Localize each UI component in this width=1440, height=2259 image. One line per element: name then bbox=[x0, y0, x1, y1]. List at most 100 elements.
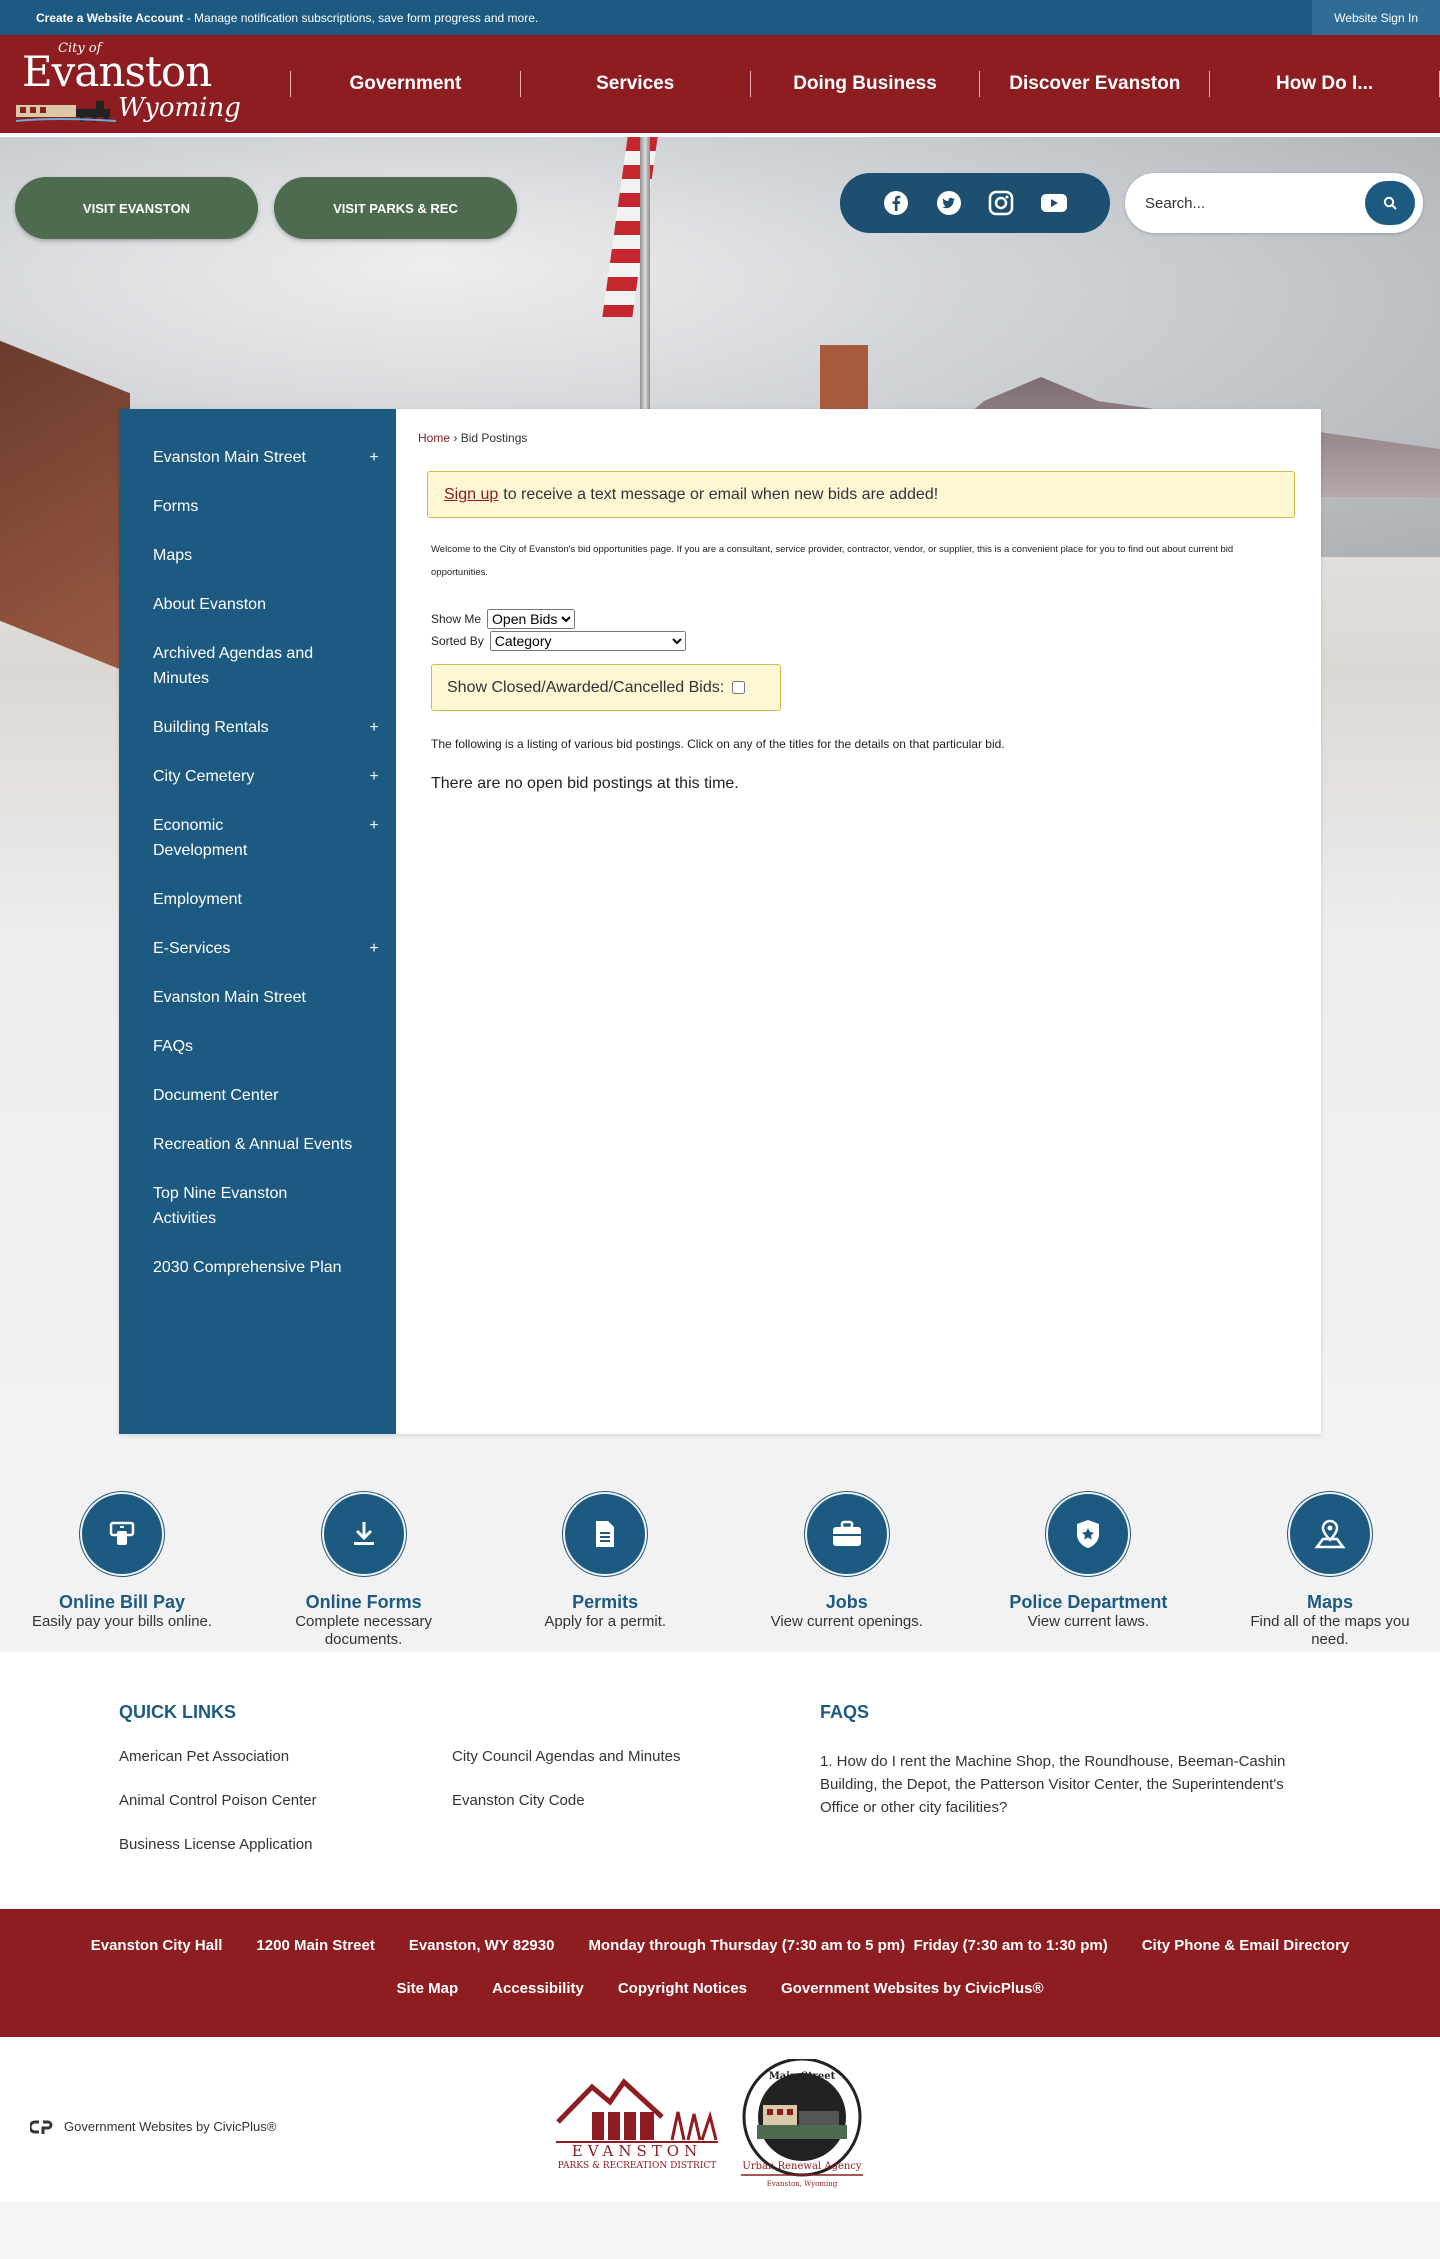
expand-icon[interactable]: + bbox=[367, 764, 381, 789]
search-box bbox=[1125, 173, 1423, 233]
sidebar-item[interactable]: E-Services + bbox=[119, 924, 396, 973]
social-media-bar bbox=[840, 173, 1110, 233]
breadcrumb-home-link[interactable]: Home bbox=[418, 431, 450, 445]
footer-city-hall: Evanston City Hall bbox=[90, 1937, 223, 1954]
youtube-icon[interactable] bbox=[1040, 189, 1068, 217]
sidebar-item[interactable]: Forms bbox=[119, 482, 396, 531]
briefcase-icon bbox=[804, 1492, 889, 1576]
sidebar-item[interactable]: Document Center bbox=[119, 1071, 396, 1120]
intro-text: Welcome to the City of Evanston's bid op… bbox=[431, 544, 1234, 578]
quick-link[interactable]: Business License Application bbox=[119, 1836, 317, 1880]
quick-links-heading: QUICK LINKS bbox=[119, 1702, 236, 1722]
show-me-label: Show Me bbox=[431, 612, 482, 626]
police-department-link[interactable]: Police Department View current laws. bbox=[988, 1492, 1188, 1652]
show-closed-box: Show Closed/Awarded/Cancelled Bids: bbox=[431, 664, 781, 711]
footer-civicplus-link[interactable]: Government Websites by CivicPlus® bbox=[781, 1980, 1044, 1997]
parks-rec-logo[interactable]: EVANSTON PARKS & RECREATION DISTRICT bbox=[552, 2072, 722, 2172]
expand-icon[interactable]: + bbox=[367, 445, 381, 470]
main-navigation: Government Services Doing Business Disco… bbox=[290, 33, 1440, 135]
create-account-link[interactable]: Create a Website Account - Manage notifi… bbox=[36, 11, 538, 25]
website-sign-in-button[interactable]: Website Sign In bbox=[1312, 0, 1440, 35]
expand-icon[interactable]: + bbox=[367, 936, 381, 961]
sidebar-item[interactable]: Evanston Main Street bbox=[119, 973, 396, 1022]
online-bill-pay-link[interactable]: Online Bill Pay Easily pay your bills on… bbox=[22, 1492, 222, 1652]
train-logo-icon bbox=[16, 101, 116, 122]
nav-government[interactable]: Government bbox=[291, 73, 520, 95]
visit-parks-rec-button[interactable]: VISIT PARKS & REC bbox=[274, 177, 517, 239]
breadcrumb-current: Bid Postings bbox=[460, 431, 528, 445]
expand-icon[interactable]: + bbox=[367, 813, 381, 863]
quick-links-icons: Online Bill Pay Easily pay your bills on… bbox=[0, 1472, 1440, 1652]
badge-icon bbox=[1046, 1492, 1131, 1576]
bottom-bar: Government Websites by CivicPlus® EVANST… bbox=[0, 2037, 1440, 2202]
sidebar-item[interactable]: Archived Agendas and Minutes bbox=[119, 629, 396, 703]
footer-site-map-link[interactable]: Site Map bbox=[396, 1980, 458, 1997]
visit-evanston-button[interactable]: VISIT EVANSTON bbox=[15, 177, 258, 239]
footer-copyright-link[interactable]: Copyright Notices bbox=[618, 1980, 747, 1997]
site-logo[interactable]: City of Evanston Wyoming bbox=[0, 33, 290, 135]
show-me-select[interactable]: Open Bids bbox=[487, 609, 576, 629]
sidebar-item[interactable]: Top Nine Evanston Activities bbox=[119, 1169, 396, 1243]
signup-alert: Sign up to receive a text message or emai… bbox=[427, 471, 1295, 518]
quick-link[interactable]: American Pet Association bbox=[119, 1748, 317, 1792]
site-footer: Evanston City Hall 1200 Main Street Evan… bbox=[0, 1909, 1440, 2037]
svg-text:PARKS & RECREATION DISTRICT: PARKS & RECREATION DISTRICT bbox=[558, 2161, 717, 2171]
jobs-link[interactable]: Jobs View current openings. bbox=[747, 1492, 947, 1652]
facebook-icon[interactable] bbox=[882, 189, 910, 217]
top-utility-bar: Create a Website Account - Manage notifi… bbox=[0, 0, 1440, 35]
search-input[interactable] bbox=[1145, 194, 1355, 212]
search-icon bbox=[1383, 196, 1397, 210]
quick-link[interactable]: City Council Agendas and Minutes bbox=[452, 1748, 680, 1792]
civicplus-icon bbox=[30, 2120, 53, 2134]
quick-links-col-2: City Council Agendas and Minutes Evansto… bbox=[452, 1748, 680, 1836]
footer-accessibility-link[interactable]: Accessibility bbox=[492, 1980, 584, 1997]
faqs-heading: FAQS bbox=[820, 1702, 870, 1722]
main-content: Home › Bid Postings Sign up to receive a … bbox=[396, 409, 1321, 1434]
nav-discover-evanston[interactable]: Discover Evanston bbox=[980, 73, 1209, 95]
show-closed-checkbox[interactable] bbox=[732, 681, 746, 694]
instagram-icon[interactable] bbox=[987, 189, 1015, 217]
urban-renewal-agency-logo[interactable]: Main Street Urban Renewal Agency Evansto… bbox=[737, 2059, 867, 2189]
document-icon bbox=[563, 1492, 648, 1576]
quick-link[interactable]: Animal Control Poison Center bbox=[119, 1792, 317, 1836]
sorted-by-select[interactable]: Category bbox=[489, 631, 686, 651]
hero-section: VISIT EVANSTON VISIT PARKS & REC Evansto… bbox=[0, 137, 1440, 1472]
sidebar-item[interactable]: Employment bbox=[119, 875, 396, 924]
sorted-by-label: Sorted By bbox=[431, 634, 484, 648]
site-header: City of Evanston Wyoming Government Serv… bbox=[0, 35, 1440, 137]
sidebar-item[interactable]: About Evanston bbox=[119, 580, 396, 629]
footer-city-state: Evanston, WY 82930 bbox=[408, 1937, 555, 1954]
quick-links-section: QUICK LINKS American Pet Association Ani… bbox=[0, 1652, 1440, 1909]
footer-directory-link[interactable]: City Phone & Email Directory bbox=[1142, 1937, 1350, 1954]
quick-link[interactable]: Evanston City Code bbox=[452, 1792, 680, 1836]
sidebar-item[interactable]: City Cemetery + bbox=[119, 752, 396, 801]
content-card: Evanston Main Street + Forms Maps About E… bbox=[119, 409, 1321, 1434]
sidebar-item[interactable]: 2030 Comprehensive Plan bbox=[119, 1243, 396, 1292]
svg-text:EVANSTON: EVANSTON bbox=[572, 2142, 702, 2160]
side-navigation: Evanston Main Street + Forms Maps About E… bbox=[119, 409, 396, 1434]
map-pin-icon bbox=[1287, 1492, 1372, 1576]
sign-up-link[interactable]: Sign up bbox=[444, 486, 498, 504]
no-bids-message: There are no open bid postings at this t… bbox=[431, 775, 739, 792]
faq-item[interactable]: 1. How do I rent the Machine Shop, the R… bbox=[820, 1750, 1300, 1819]
expand-icon[interactable]: + bbox=[367, 715, 381, 740]
twitter-icon[interactable] bbox=[935, 189, 963, 217]
sidebar-item[interactable]: Building Rentals + bbox=[119, 703, 396, 752]
breadcrumb: Home › Bid Postings bbox=[418, 431, 528, 445]
sidebar-item[interactable]: Economic Development + bbox=[119, 801, 396, 875]
nav-doing-business[interactable]: Doing Business bbox=[751, 73, 980, 95]
sidebar-item[interactable]: Recreation & Annual Events bbox=[119, 1120, 396, 1169]
permits-link[interactable]: Permits Apply for a permit. bbox=[505, 1492, 705, 1652]
online-forms-link[interactable]: Online Forms Complete necessary document… bbox=[264, 1492, 464, 1652]
svg-text:Main Street: Main Street bbox=[769, 2071, 836, 2082]
quick-links-col-1: American Pet Association Animal Control … bbox=[119, 1748, 317, 1880]
nav-services[interactable]: Services bbox=[521, 73, 750, 95]
footer-address: 1200 Main Street bbox=[256, 1937, 375, 1954]
search-button[interactable] bbox=[1365, 181, 1415, 225]
civicplus-link[interactable]: Government Websites by CivicPlus® bbox=[30, 2119, 276, 2134]
sidebar-item[interactable]: Maps bbox=[119, 531, 396, 580]
sidebar-item[interactable]: Evanston Main Street + bbox=[119, 433, 396, 482]
nav-how-do-i[interactable]: How Do I... bbox=[1210, 73, 1439, 95]
maps-link[interactable]: Maps Find all of the maps you need. bbox=[1230, 1492, 1430, 1652]
sidebar-item[interactable]: FAQs bbox=[119, 1022, 396, 1071]
